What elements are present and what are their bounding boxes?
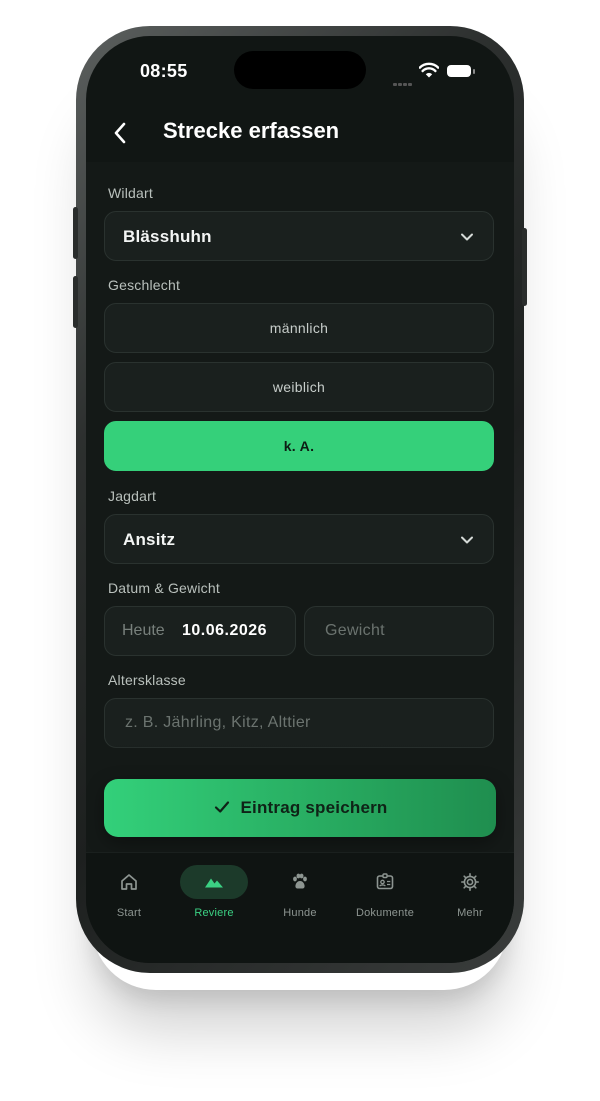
side-button-left-1 bbox=[73, 207, 78, 259]
save-entry-label: Eintrag speichern bbox=[240, 798, 388, 817]
battery-tip bbox=[473, 69, 475, 74]
wildart-value: Blässhuhn bbox=[123, 227, 212, 246]
jagdart-label: Jagdart bbox=[108, 488, 157, 504]
date-field[interactable]: Heute 10.06.2026 bbox=[104, 606, 296, 656]
tab-start-label: Start bbox=[116, 907, 142, 919]
tab-reviere[interactable]: Reviere bbox=[172, 865, 256, 925]
tab-dokumente[interactable]: Dokumente bbox=[343, 865, 427, 925]
altersklasse-label: Altersklasse bbox=[108, 672, 186, 688]
gender-option-weiblich[interactable]: weiblich bbox=[104, 362, 494, 412]
app-screen: 08:55 Strecke erfassen Wildart Blässhuhn… bbox=[86, 36, 514, 963]
tab-mehr-label: Mehr bbox=[457, 907, 483, 919]
page-header: Strecke erfassen bbox=[86, 106, 514, 162]
date-value: 10.06.2026 bbox=[182, 622, 268, 639]
tab-start[interactable]: Start bbox=[87, 865, 171, 925]
wildart-label: Wildart bbox=[108, 185, 153, 201]
weight-input[interactable]: Gewicht bbox=[304, 606, 494, 656]
status-time: 08:55 bbox=[140, 61, 188, 81]
wildart-select[interactable]: Blässhuhn bbox=[104, 211, 494, 261]
tab-hunde[interactable]: Hunde bbox=[258, 865, 342, 925]
tab-dokumente-label: Dokumente bbox=[355, 907, 415, 919]
home-icon bbox=[121, 874, 137, 890]
gear-icon bbox=[461, 873, 479, 891]
side-button-right bbox=[522, 228, 527, 306]
datum-gewicht-label: Datum & Gewicht bbox=[108, 580, 220, 596]
save-entry-button[interactable]: Eintrag speichern bbox=[104, 779, 496, 837]
chevron-left-icon bbox=[114, 122, 126, 144]
chevron-down-icon bbox=[461, 233, 473, 241]
chevron-down-icon bbox=[461, 536, 473, 544]
side-button-left-2 bbox=[73, 276, 78, 328]
check-icon bbox=[214, 801, 229, 813]
date-prefix: Heute bbox=[122, 622, 165, 639]
form-content: Wildart Blässhuhn Geschlecht männlich we… bbox=[86, 162, 514, 852]
page-title: Strecke erfassen bbox=[163, 118, 340, 143]
bottom-tab-bar: Start Reviere Hunde Dokumente Mehr bbox=[86, 852, 514, 963]
dynamic-island bbox=[234, 51, 366, 89]
cellular-signal-icon bbox=[393, 73, 413, 91]
geschlecht-label: Geschlecht bbox=[108, 277, 181, 293]
battery-icon bbox=[447, 65, 471, 77]
jagdart-value: Ansitz bbox=[123, 530, 176, 549]
mountain-icon bbox=[205, 878, 223, 888]
gender-option-ka[interactable]: k. A. bbox=[104, 421, 494, 471]
tab-mehr[interactable]: Mehr bbox=[428, 865, 512, 925]
paw-icon bbox=[293, 873, 307, 889]
altersklasse-placeholder: z. B. Jährling, Kitz, Alttier bbox=[125, 714, 311, 731]
altersklasse-input[interactable]: z. B. Jährling, Kitz, Alttier bbox=[104, 698, 494, 748]
tab-hunde-label: Hunde bbox=[283, 907, 317, 919]
wifi-icon bbox=[419, 62, 439, 78]
weight-placeholder: Gewicht bbox=[325, 622, 385, 639]
tab-reviere-label: Reviere bbox=[194, 907, 234, 919]
id-card-icon bbox=[376, 873, 394, 890]
back-button[interactable] bbox=[106, 118, 136, 148]
hidden-next-label bbox=[108, 756, 112, 766]
jagdart-select[interactable]: Ansitz bbox=[104, 514, 494, 564]
status-bar: 08:55 bbox=[86, 36, 514, 106]
gender-option-maennlich[interactable]: männlich bbox=[104, 303, 494, 353]
